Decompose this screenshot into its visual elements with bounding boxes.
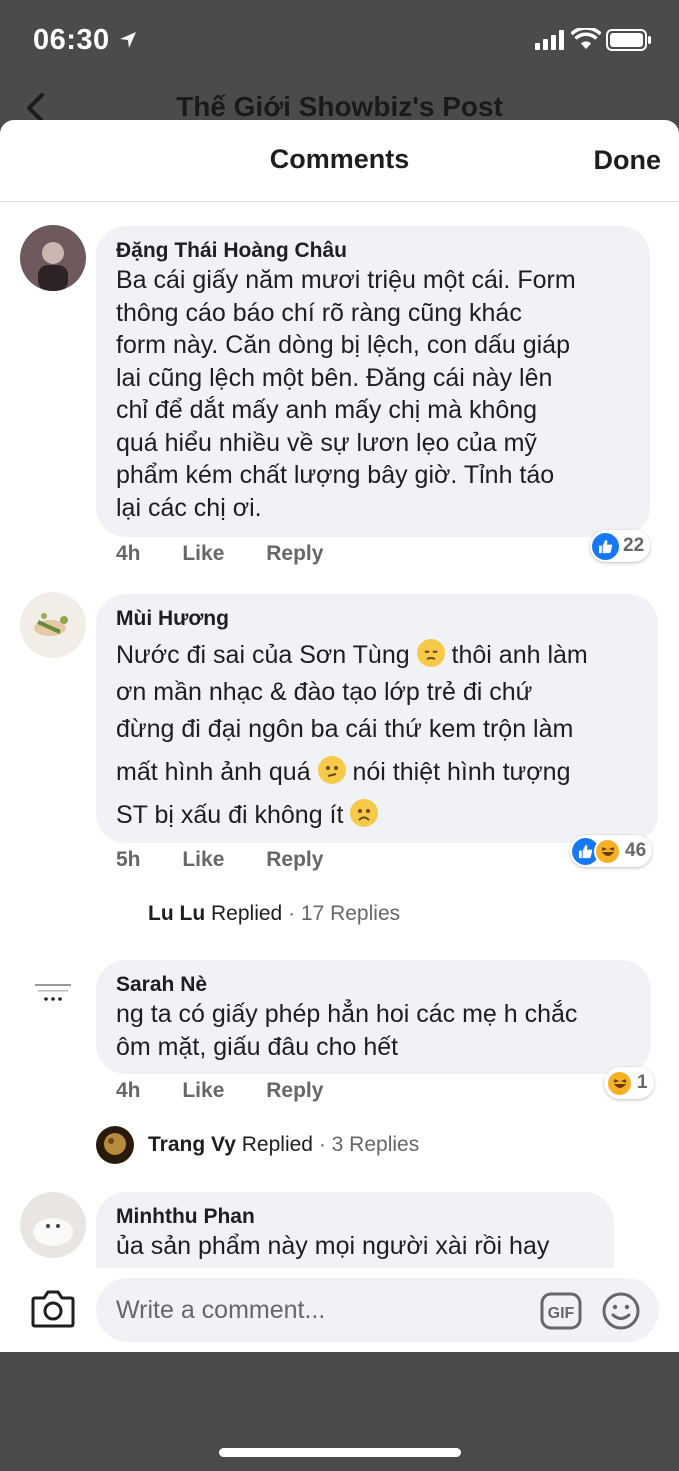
replier-avatar[interactable] [96,1126,134,1164]
reply-button[interactable]: Reply [266,542,323,565]
gif-icon[interactable]: GIF [540,1292,582,1330]
comment-line: Nước đi sai của Sơn Tùng thôi anh làm [116,637,638,674]
comment-fragment: ST bị xấu đi không ít [116,801,344,829]
comment-time: 5h [116,848,141,871]
replied-label: Replied [211,902,283,925]
avatar[interactable] [20,225,86,291]
sheet-header: Comments Done [0,120,679,202]
comment-line: ST bị xấu đi không ít [116,797,638,834]
camera-icon[interactable] [31,1288,75,1328]
reaction-count: 22 [623,535,645,556]
comment-line: lai cũng lệch một bên. Đăng cái này lên [116,363,553,392]
pensive-face-icon [416,639,445,668]
avatar[interactable] [20,958,86,1024]
post-title: Thế Giới Showbiz's Post [176,91,503,122]
comment-text: Ba cái giấy năm mươi triệu một cái. Form… [116,264,630,524]
comment-line: phẩm kém chất lượng bây giờ. Tỉnh táo [116,461,555,489]
avatar-photo-icon [20,1192,86,1258]
comment-fragment: thôi anh làm [451,641,588,669]
comment-time: 4h [116,542,141,565]
comment-line: mất hình ảnh quá nói thiệt hình tượng [116,754,638,791]
like-reaction-icon [592,532,619,560]
frowning-face-icon [350,799,379,828]
comment-author[interactable]: Mùi Hương [116,606,638,632]
reaction-summary[interactable]: 1 [604,1067,654,1099]
comment-text: ng ta có giấy phép hẳn hoi các mẹ h chắc… [116,998,631,1063]
reply-count: · 17 Replies [288,902,401,925]
battery-icon [606,29,651,51]
comment-bubble[interactable]: Sarah Nè ng ta có giấy phép hẳn hoi các … [96,960,651,1074]
reaction-count: 1 [637,1072,648,1093]
avatar-photo-icon [20,592,86,658]
comment-author[interactable]: Minhthu Phan [116,1204,594,1230]
comment-line: form này. Căn dòng bị lệch, con dấu giáp [116,331,570,359]
home-indicator [219,1448,461,1457]
reply-button[interactable]: Reply [266,848,323,871]
status-bar: 06:30 [0,0,679,80]
svg-text:GIF: GIF [548,1305,575,1322]
view-replies-link[interactable]: Trang Vy Replied · 3 Replies [148,1133,419,1157]
comment-line: ủa sản phẩm này mọi người xài rồi hay [116,1232,550,1260]
comments-sheet: Comments Done Đặng Thái Hoàng Châu Ba cá… [0,120,679,1352]
location-arrow-icon [120,32,136,48]
comment-bubble[interactable]: Mùi Hương Nước đi sai của Sơn Tùng thôi … [96,594,658,843]
like-button[interactable]: Like [182,1079,224,1102]
status-time: 06:30 [33,24,110,56]
comment-input[interactable]: Write a comment... GIF [96,1278,659,1342]
comment-meta: 5h Like Reply [116,848,359,872]
replied-label: Replied [241,1133,313,1156]
comment-line: thông cáo báo chí rõ ràng cũng khác [116,298,522,327]
comment-line: ơn mần nhạc & đào tạo lớp trẻ đi chứ [116,678,533,706]
avatar[interactable] [20,1192,86,1258]
view-replies-link[interactable]: Lu Lu Replied · 17 Replies [148,902,400,926]
comment-line: lại các chị ơi. [116,493,262,522]
emoji-icon[interactable] [601,1291,641,1331]
reaction-count: 46 [625,840,647,861]
replier-name: Lu Lu [148,902,206,925]
comment-line: đừng đi đại ngôn ba cái thứ kem trộn làm [116,715,574,743]
comment-author[interactable]: Đặng Thái Hoàng Châu [116,238,630,264]
like-button[interactable]: Like [182,542,224,565]
comment-meta: 4h Like Reply [116,542,359,566]
avatar-photo-icon [96,1126,134,1164]
comment-composer: Write a comment... GIF [0,1268,679,1352]
confused-face-icon [317,756,346,785]
cellular-signal-icon [535,30,564,50]
reaction-summary[interactable]: 46 [570,835,653,867]
avatar-photo-icon [20,225,86,291]
reply-button[interactable]: Reply [266,1079,323,1102]
comment-fragment: Nước đi sai của Sơn Tùng [116,641,410,669]
comment-text: ủa sản phẩm này mọi người xài rồi hay [116,1230,594,1263]
comment-time: 4h [116,1079,141,1102]
haha-reaction-icon [606,1069,633,1097]
comment-text: Nước đi sai của Sơn Tùng thôi anh làm ơn… [116,637,638,834]
like-button[interactable]: Like [182,848,224,871]
comment-line: chỉ để dắt mấy anh mấy chị mà không [116,396,538,424]
comment-fragment: nói thiệt hình tượng [352,758,571,786]
reaction-summary[interactable]: 22 [590,530,651,562]
comment-line: quá hiểu nhiều về sự lươn lẹo của mỹ [116,428,537,457]
comment-bubble[interactable]: Đặng Thái Hoàng Châu Ba cái giấy năm mươ… [96,226,650,537]
comment-placeholder: Write a comment... [116,1296,326,1324]
comment-fragment: mất hình ảnh quá [116,758,311,786]
haha-reaction-icon [594,837,621,865]
reply-count: · 3 Replies [318,1133,420,1156]
comment-line: ôm mặt, giấu đâu cho hết [116,1032,399,1061]
comment-author[interactable]: Sarah Nè [116,972,631,998]
wifi-icon [571,28,601,49]
avatar[interactable] [20,592,86,658]
avatar-photo-icon [20,958,86,1024]
sheet-title: Comments [269,144,410,174]
comment-line: ng ta có giấy phép hẳn hoi các mẹ h chắc [116,1000,578,1028]
comment-line: Ba cái giấy năm mươi triệu một cái. Form [116,266,576,294]
done-button[interactable]: Done [594,145,662,176]
comment-meta: 4h Like Reply [116,1079,359,1103]
replier-name: Trang Vy [148,1133,236,1156]
